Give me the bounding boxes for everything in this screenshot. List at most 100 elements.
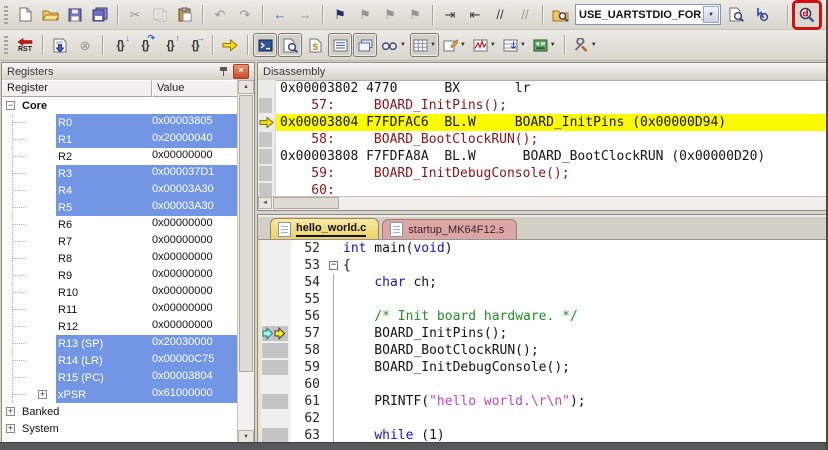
code-line-61[interactable]: 61 PRINTF("hello world.\r\n"); xyxy=(258,393,828,410)
serial-window-button[interactable]: ▼ xyxy=(440,33,469,57)
command-window-button[interactable] xyxy=(253,33,277,57)
step-over-button[interactable]: {}↷ xyxy=(133,33,157,57)
step-into-button[interactable]: {}↓ xyxy=(108,33,132,57)
disassembly-line[interactable]: 0x00003802 4770 BX lr xyxy=(258,80,828,97)
code-line-55[interactable]: 55 xyxy=(258,291,828,308)
register-row-r10[interactable]: R100x00000000 xyxy=(2,284,238,301)
indent-button[interactable]: ⇥ xyxy=(438,3,462,27)
toolbar-grip[interactable] xyxy=(4,36,8,54)
close-icon[interactable]: × xyxy=(233,64,249,79)
code-line-59[interactable]: 59 BOARD_InitDebugConsole(); xyxy=(258,359,828,376)
code-line-58[interactable]: 58 BOARD_BootClockRUN(); xyxy=(258,342,828,359)
breakpoint-margin[interactable] xyxy=(261,308,291,325)
register-row-r12[interactable]: R120x00000000 xyxy=(2,318,238,335)
code-line-56[interactable]: 56 /* Init board hardware. */ xyxy=(258,308,828,325)
breakpoint-margin[interactable] xyxy=(261,410,291,427)
insert-bookmark-button[interactable]: ⚑ xyxy=(328,3,352,27)
dropdown-caret-icon[interactable]: ▼ xyxy=(490,42,496,48)
breakpoint-margin[interactable] xyxy=(261,359,291,376)
register-row-system[interactable]: +System xyxy=(2,420,238,437)
breakpoint-margin[interactable] xyxy=(261,274,291,291)
watch-window-button[interactable]: ▼ xyxy=(378,33,409,57)
dropdown-caret-icon[interactable]: ▼ xyxy=(550,42,556,48)
breakpoint-margin[interactable] xyxy=(261,393,291,410)
code-line-62[interactable]: 62 xyxy=(258,410,828,427)
register-row-r9[interactable]: R90x00000000 xyxy=(2,267,238,284)
code-line-53[interactable]: 53−{ xyxy=(258,257,828,274)
run-to-cursor-button[interactable]: {}→ xyxy=(183,33,207,57)
disassembly-line[interactable]: 59: BOARD_InitDebugConsole(); xyxy=(258,165,828,182)
disassembly-line[interactable]: 0x00003804 F7FDFAC6 BL.W BOARD_InitPins … xyxy=(258,114,828,131)
breakpoint-margin[interactable] xyxy=(261,427,291,442)
expand-icon[interactable]: + xyxy=(6,424,15,433)
undo-button[interactable]: ↶ xyxy=(208,3,232,27)
dropdown-caret-icon[interactable]: ▼ xyxy=(520,42,526,48)
find-button[interactable] xyxy=(724,3,748,27)
step-out-button[interactable]: {}↑ xyxy=(158,33,182,57)
breakpoint-margin[interactable] xyxy=(261,240,291,257)
register-row-r14-lr[interactable]: R14 (LR)0x00000C75 xyxy=(2,352,238,369)
cut-button[interactable]: ✂ xyxy=(123,3,147,27)
register-row-r5[interactable]: R50x00003A30 xyxy=(2,199,238,216)
show-next-statement-button[interactable] xyxy=(218,33,242,57)
dropdown-caret-icon[interactable]: ▼ xyxy=(460,42,466,48)
registers-window-button[interactable] xyxy=(328,33,352,57)
dropdown-caret-icon[interactable]: ▼ xyxy=(591,42,597,48)
column-header-register[interactable]: Register xyxy=(2,80,152,97)
column-header-value[interactable]: Value xyxy=(152,80,238,97)
disassembly-window-button[interactable] xyxy=(278,33,302,57)
scroll-left-icon[interactable]: ◄ xyxy=(258,197,272,209)
save-all-button[interactable] xyxy=(88,3,112,27)
register-row-core[interactable]: −Core xyxy=(2,97,238,114)
stop-button[interactable]: ⊗ xyxy=(73,33,97,57)
disassembly-line[interactable]: 58: BOARD_BootClockRUN(); xyxy=(258,131,828,148)
chevron-down-icon[interactable]: ▼ xyxy=(703,6,719,23)
pin-icon[interactable] xyxy=(218,65,229,78)
comment-button[interactable]: // xyxy=(488,3,512,27)
disassembly-line[interactable]: 0x00003808 F7FDFA8A BL.W BOARD_BootClock… xyxy=(258,148,828,165)
register-row-xpsr[interactable]: +xPSR0x61000000 xyxy=(2,386,238,403)
memory-window-button[interactable]: ▼ xyxy=(410,33,439,57)
expand-icon[interactable]: + xyxy=(38,390,47,399)
toolbar-grip[interactable] xyxy=(4,6,8,24)
code-line-54[interactable]: 54 char ch; xyxy=(258,274,828,291)
code-line-63[interactable]: 63 while (1) xyxy=(258,427,828,442)
copy-button[interactable] xyxy=(148,3,172,27)
disassembly-line[interactable]: 57: BOARD_InitPins(); xyxy=(258,97,828,114)
register-row-r15-pc[interactable]: R15 (PC)0x00003804 xyxy=(2,369,238,386)
breakpoint-margin[interactable] xyxy=(261,325,291,342)
code-line-52[interactable]: 52int main(void) xyxy=(258,240,828,257)
find-in-files-button[interactable] xyxy=(548,3,572,27)
register-row-r2[interactable]: R20x00000000 xyxy=(2,148,238,165)
collapse-icon[interactable]: − xyxy=(6,101,15,110)
scrollbar-thumb[interactable] xyxy=(273,197,339,209)
register-row-r8[interactable]: R80x00000000 xyxy=(2,250,238,267)
disassembly-line[interactable]: 60: xyxy=(258,182,828,197)
breakpoint-margin[interactable] xyxy=(261,291,291,308)
system-viewer-window-button[interactable]: ▼ xyxy=(530,33,559,57)
call-stack-window-button[interactable] xyxy=(353,33,377,57)
dropdown-caret-icon[interactable]: ▼ xyxy=(400,42,406,48)
toolbox-button[interactable]: ▼ xyxy=(570,33,600,57)
paste-button[interactable] xyxy=(173,3,197,27)
register-row-r13-sp[interactable]: R13 (SP)0x20030000 xyxy=(2,335,238,352)
register-row-r7[interactable]: R70x00000000 xyxy=(2,233,238,250)
register-row-banked[interactable]: +Banked xyxy=(2,403,238,420)
expand-icon[interactable]: + xyxy=(6,407,15,416)
breakpoint-margin[interactable] xyxy=(261,342,291,359)
dropdown-caret-icon[interactable]: ▼ xyxy=(430,42,436,48)
tab-hello-world-c[interactable]: hello_world.c xyxy=(270,218,379,239)
clear-bookmarks-button[interactable]: ⚑ xyxy=(403,3,427,27)
incremental-find-button[interactable] xyxy=(749,3,773,27)
start-stop-debug-session-button[interactable]: d xyxy=(795,3,819,27)
code-line-57[interactable]: 57 BOARD_InitPins(); xyxy=(258,325,828,342)
uncomment-button[interactable]: // xyxy=(513,3,537,27)
search-combo[interactable]: USE_UARTSTDIO_FOR_EF▼ xyxy=(575,4,721,25)
reset-cpu-button[interactable]: RST xyxy=(13,33,37,57)
register-row-r4[interactable]: R40x00003A30 xyxy=(2,182,238,199)
navigate-forward-button[interactable]: → xyxy=(293,3,317,27)
new-file-button[interactable] xyxy=(13,3,37,27)
previous-bookmark-button[interactable]: ⚑ xyxy=(353,3,377,27)
redo-button[interactable]: ↷ xyxy=(233,3,257,27)
fold-collapse-icon[interactable]: − xyxy=(329,261,338,270)
